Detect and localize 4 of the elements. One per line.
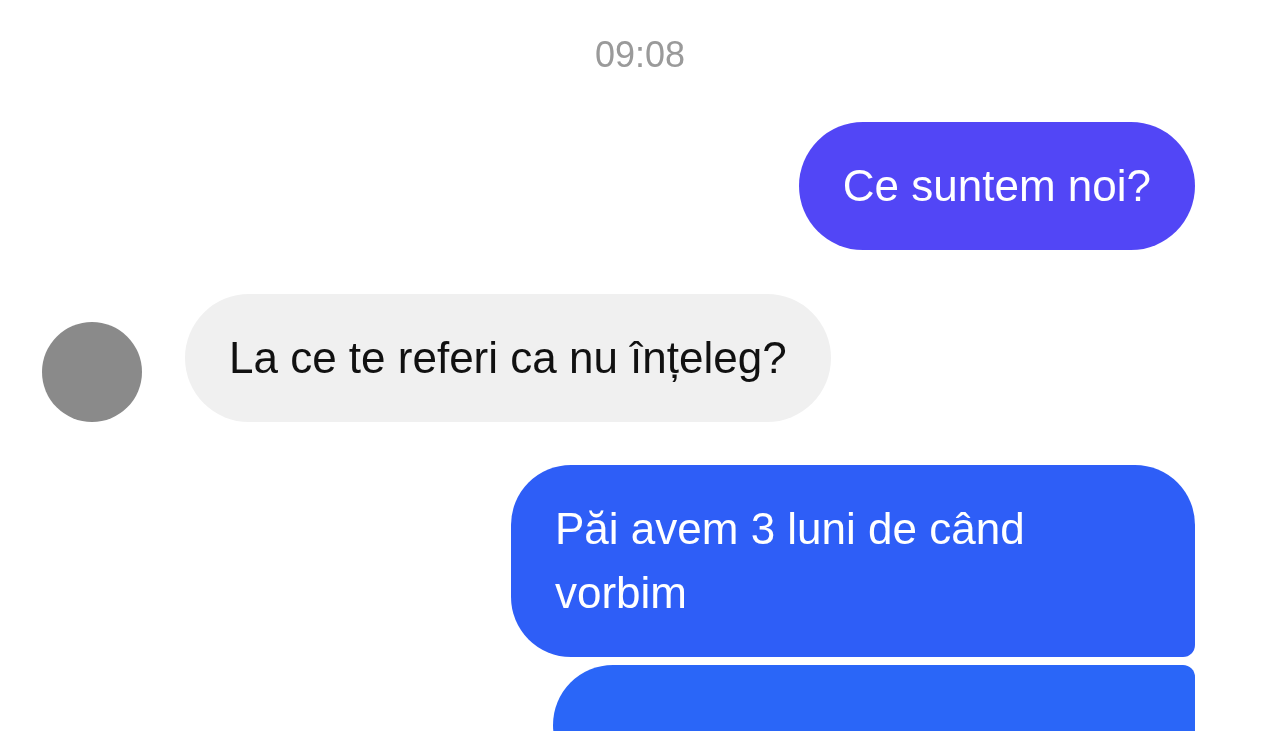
timestamp: 09:08 [593,34,687,76]
sent-message-bubble: Ce suntem noi? [798,122,1195,250]
received-message-bubble: La ce te referi ca nu înțeleg? [185,294,831,422]
sent-message-bubble: Păi avem 3 luni de când vorbim [511,465,1195,657]
